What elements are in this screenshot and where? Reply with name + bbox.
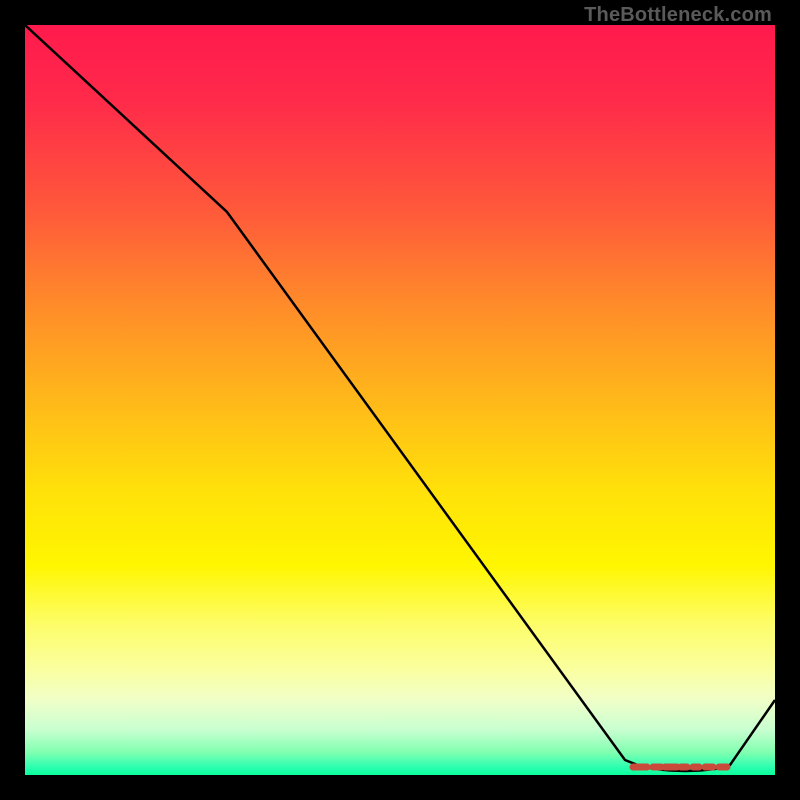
plot-area [25,25,775,775]
chart-frame: TheBottleneck.com [0,0,800,800]
attribution-text: TheBottleneck.com [584,4,772,27]
